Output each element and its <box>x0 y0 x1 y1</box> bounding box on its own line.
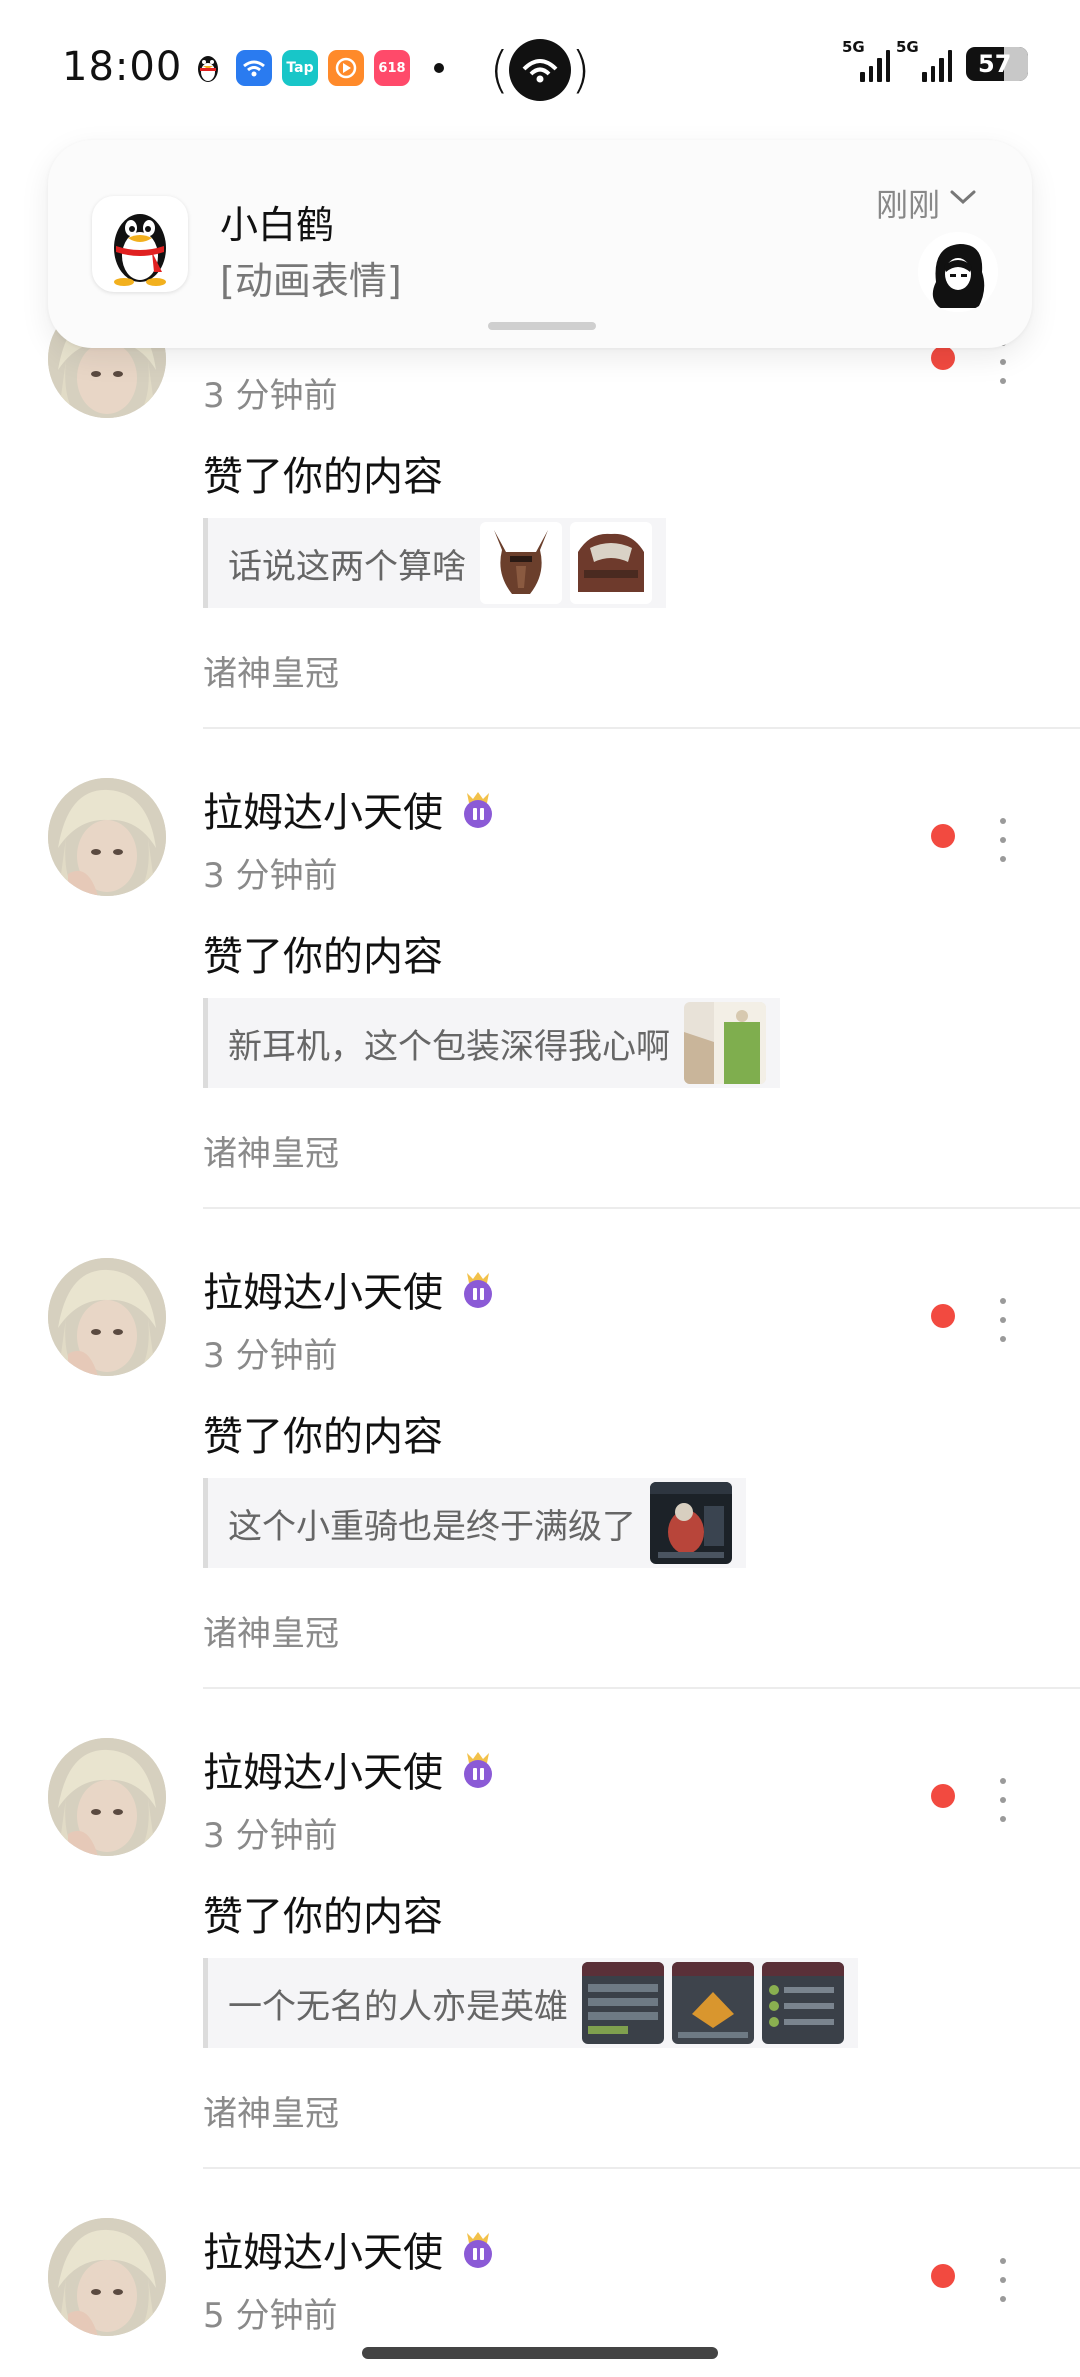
feed-item-time: 5 分钟前 <box>203 2296 338 2336</box>
username[interactable]: 拉姆达小天使 <box>203 1260 443 1318</box>
username[interactable]: 拉姆达小天使 <box>203 780 443 838</box>
level-badge-icon <box>464 2232 492 2268</box>
unread-dot <box>931 1304 955 1328</box>
taobao-618-icon: 618 <box>374 50 410 86</box>
post-thumbnail[interactable] <box>582 1962 664 2044</box>
feed-item[interactable]: 拉姆达小天使 3 分钟前 赞了你的内容 新耳机，这个包装深得我心啊 诸神皇冠 <box>0 728 1080 1209</box>
quoted-post-text: 新耳机，这个包装深得我心啊 <box>228 1026 670 1067</box>
post-thumbnail[interactable] <box>684 1002 766 1084</box>
feed-item-time: 3 分钟前 <box>203 1336 338 1376</box>
avatar[interactable] <box>48 778 166 896</box>
avatar[interactable] <box>48 1258 166 1376</box>
notification-feed: 3 分钟前 赞了你的内容 话说这两个算啥 诸神皇冠 拉姆达小天使 3 分钟前 赞… <box>0 0 1080 2377</box>
feed-item-action: 赞了你的内容 <box>203 454 443 500</box>
username[interactable]: 拉姆达小天使 <box>203 1740 443 1798</box>
quoted-post[interactable]: 这个小重骑也是终于满级了 <box>203 1478 746 1568</box>
quoted-post-text: 话说这两个算啥 <box>228 546 466 587</box>
unread-dot <box>931 346 955 370</box>
level-badge-icon <box>464 1272 492 1308</box>
feed-item-action: 赞了你的内容 <box>203 934 443 980</box>
home-indicator[interactable] <box>362 2347 718 2359</box>
post-thumbnail[interactable] <box>762 1962 844 2044</box>
post-thumbnail[interactable] <box>672 1962 754 2044</box>
more-options-icon[interactable] <box>988 2258 1018 2302</box>
more-options-icon[interactable] <box>988 818 1018 862</box>
qq-icon <box>92 196 188 292</box>
wifi-app-icon <box>236 50 272 86</box>
notification-sender: 小白鹤 <box>220 203 335 247</box>
sender-avatar <box>918 232 998 312</box>
notification-time: 刚刚 <box>875 186 940 224</box>
notification-app-icons: Tap 618 <box>190 50 444 86</box>
hotspot-indicator: ( ) <box>489 39 591 101</box>
feed-item-time: 3 分钟前 <box>203 856 338 896</box>
system-indicators: 5G 5G 57 <box>842 38 1028 82</box>
quoted-post-text: 一个无名的人亦是英雄 <box>228 1986 568 2027</box>
post-thumbnail[interactable] <box>480 522 562 604</box>
clock: 18:00 <box>62 44 183 90</box>
feed-item-time: 3 分钟前 <box>203 376 338 416</box>
unread-dot <box>931 824 955 848</box>
taptap-icon: Tap <box>282 50 318 86</box>
feed-item-action: 赞了你的内容 <box>203 1414 443 1460</box>
notification-banner[interactable]: 小白鹤 [动画表情] 刚刚 <box>48 140 1032 348</box>
status-bar: 18:00 Tap 618 ( ) 5G 5G 57 <box>0 0 1080 140</box>
more-options-icon[interactable] <box>988 1778 1018 1822</box>
quoted-post[interactable]: 一个无名的人亦是英雄 <box>203 1958 858 2048</box>
more-options-icon[interactable] <box>988 1298 1018 1342</box>
banner-drag-handle[interactable] <box>488 322 596 330</box>
post-thumbnail[interactable] <box>570 522 652 604</box>
quoted-post[interactable]: 话说这两个算啥 <box>203 518 666 608</box>
quoted-post[interactable]: 新耳机，这个包装深得我心啊 <box>203 998 780 1088</box>
unread-dot <box>931 1784 955 1808</box>
circle-tag[interactable]: 诸神皇冠 <box>203 1126 339 1175</box>
circle-tag[interactable]: 诸神皇冠 <box>203 2086 339 2135</box>
feed-item-action: 赞了你的内容 <box>203 1894 443 1940</box>
hotspot-icon <box>509 39 571 101</box>
circle-tag[interactable]: 诸神皇冠 <box>203 1606 339 1655</box>
notification-message: [动画表情] <box>220 259 402 303</box>
battery-icon: 57 <box>966 47 1028 81</box>
quoted-post-text: 这个小重骑也是终于满级了 <box>228 1506 636 1547</box>
feed-item[interactable]: 拉姆达小天使 3 分钟前 赞了你的内容 一个无名的人亦是英雄 诸神皇冠 <box>0 1688 1080 2169</box>
feed-item-time: 3 分钟前 <box>203 1816 338 1856</box>
signal-icon: 5G <box>896 38 952 82</box>
chevron-down-icon[interactable] <box>946 182 980 212</box>
feed-item[interactable]: 拉姆达小天使 5 分钟前 <box>0 2168 1080 2377</box>
username[interactable]: 拉姆达小天使 <box>203 2220 443 2278</box>
feed-item[interactable]: 拉姆达小天使 3 分钟前 赞了你的内容 这个小重骑也是终于满级了 诸神皇冠 <box>0 1208 1080 1689</box>
more-notifications-dot <box>434 63 444 73</box>
avatar[interactable] <box>48 2218 166 2336</box>
unread-dot <box>931 2264 955 2288</box>
signal-icon: 5G <box>842 38 890 82</box>
post-thumbnail[interactable] <box>650 1482 732 1564</box>
qq-penguin-icon <box>190 50 226 86</box>
avatar[interactable] <box>48 1738 166 1856</box>
level-badge-icon <box>464 792 492 828</box>
level-badge-icon <box>464 1752 492 1788</box>
video-play-icon <box>328 50 364 86</box>
circle-tag[interactable]: 诸神皇冠 <box>203 646 339 695</box>
